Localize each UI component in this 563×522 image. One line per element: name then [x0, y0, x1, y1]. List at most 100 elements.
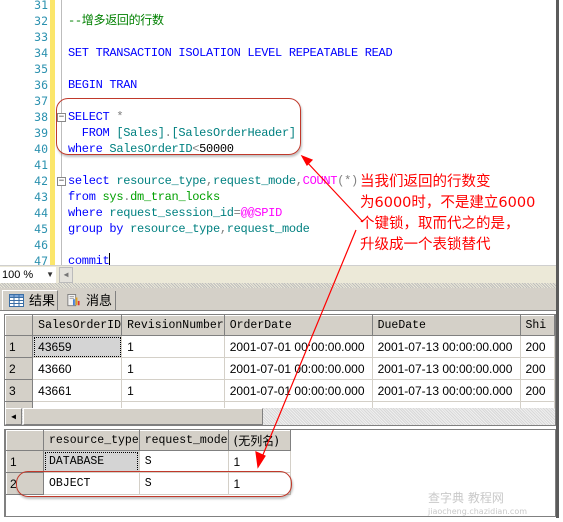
column-header[interactable]: request_mode: [138, 430, 229, 451]
code-text: from sys.dm_tran_locks: [68, 189, 220, 205]
line-number: 46: [34, 238, 48, 252]
code-line[interactable]: 39 FROM [Sales].[SalesOrderHeader]: [0, 125, 556, 141]
table-row[interactable]: 2 43660 1 2001-07-01 00:00:00.000 2001-07-13…: [5, 357, 555, 380]
table-row[interactable]: 2 OBJECT S 1: [6, 472, 291, 495]
code-text: where SalesOrderID<50000: [68, 141, 234, 157]
code-text: SET TRANSACTION ISOLATION LEVEL REPEATAB…: [68, 45, 393, 61]
code-token: =: [233, 206, 241, 220]
horizontal-scrollbar[interactable]: ◀: [5, 408, 555, 425]
code-token: request_session_id: [109, 206, 234, 220]
code-text: where request_session_id=@@SPID: [68, 205, 282, 221]
table-cell[interactable]: 200: [519, 379, 555, 402]
row-number[interactable]: 1: [6, 450, 44, 473]
row-number[interactable]: 2: [6, 472, 44, 495]
column-header[interactable]: resource_type: [43, 430, 140, 451]
code-line[interactable]: 35: [0, 61, 556, 77]
code-token: select: [68, 174, 117, 188]
code-token: [Sales]: [116, 126, 165, 140]
table-cell[interactable]: 1: [121, 357, 225, 380]
code-token: group by: [68, 222, 131, 236]
line-number: 45: [34, 222, 48, 236]
column-header[interactable]: (无列名): [227, 430, 291, 451]
code-line[interactable]: 37: [0, 93, 556, 109]
tab-results-label: 结果: [29, 293, 56, 308]
line-number: 40: [34, 142, 48, 156]
column-header[interactable]: SalesOrderID: [32, 315, 123, 336]
code-line[interactable]: 31: [0, 0, 556, 13]
watermark-main: 查字典 教程网: [428, 491, 504, 505]
collapse-icon[interactable]: −: [57, 177, 66, 186]
code-text: select resource_type,request_mode,COUNT(…: [68, 173, 358, 189]
table-cell[interactable]: OBJECT: [43, 472, 140, 495]
table-cell[interactable]: S: [138, 472, 229, 495]
code-text: SELECT *: [68, 109, 124, 125]
code-line[interactable]: 34 SET TRANSACTION ISOLATION LEVEL REPEAT…: [0, 45, 556, 61]
code-text: BEGIN TRAN: [68, 77, 137, 93]
row-number[interactable]: 3: [5, 379, 34, 402]
line-number: 33: [34, 30, 48, 44]
scroll-left-button[interactable]: ◀: [5, 408, 22, 425]
chevron-down-icon[interactable]: ▼: [46, 267, 54, 283]
table-row[interactable]: 3 43661 1 2001-07-01 00:00:00.000 2001-07-13…: [5, 379, 555, 402]
line-number: 43: [34, 190, 48, 204]
table-cell[interactable]: 2001-07-13 00:00:00.000: [371, 335, 521, 358]
table-row[interactable]: 1 DATABASE S 1: [6, 450, 291, 473]
code-token: ,: [295, 174, 303, 188]
row-header-corner[interactable]: [6, 430, 44, 451]
table-cell[interactable]: 1: [227, 450, 291, 473]
table-row[interactable]: 1 43659 1 2001-07-01 00:00:00.000 2001-07-13…: [5, 335, 555, 358]
table-cell[interactable]: 1: [121, 379, 225, 402]
line-number: 37: [34, 94, 48, 108]
tab-messages[interactable]: 消息: [60, 291, 116, 311]
table-cell[interactable]: 43661: [32, 379, 123, 402]
column-header[interactable]: DueDate: [371, 315, 521, 336]
column-header[interactable]: OrderDate: [223, 315, 373, 336]
table-cell[interactable]: 2001-07-01 00:00:00.000: [223, 335, 373, 358]
tab-messages-label: 消息: [86, 293, 113, 308]
table-cell[interactable]: 1: [227, 472, 291, 495]
table-cell[interactable]: 43660: [32, 357, 123, 380]
scrollbar-thumb[interactable]: [23, 408, 263, 425]
table-cell[interactable]: DATABASE: [43, 450, 140, 473]
messages-icon: [67, 294, 80, 307]
code-token: sys: [102, 190, 124, 204]
code-token: request_mode: [212, 174, 296, 188]
table-cell[interactable]: S: [138, 450, 229, 473]
code-line[interactable]: 36 BEGIN TRAN: [0, 77, 556, 93]
table-cell[interactable]: 43659: [32, 335, 123, 358]
tab-results[interactable]: 结果: [2, 290, 58, 310]
column-header[interactable]: RevisionNumber: [121, 315, 225, 336]
zoom-combo[interactable]: 100 % ▼: [0, 267, 56, 283]
table-cell[interactable]: 200: [519, 357, 555, 380]
table-cell[interactable]: 200: [519, 335, 555, 358]
code-line[interactable]: 32 --增多返回的行数: [0, 13, 556, 29]
code-token: .: [164, 126, 172, 140]
table-cell[interactable]: 2001-07-13 00:00:00.000: [371, 357, 521, 380]
column-header[interactable]: Shi: [519, 315, 555, 336]
line-number: 39: [34, 126, 48, 140]
watermark: 查字典 教程网 jiaocheng.chazidian.com: [428, 492, 527, 518]
zoom-bar: 100 % ▼ ◀: [0, 265, 556, 283]
ssms-window: 31 32 --增多返回的行数 33 34 SET TRANSACTION ISOLATI…: [0, 0, 559, 518]
code-line[interactable]: 33: [0, 29, 556, 45]
row-number[interactable]: 1: [5, 335, 34, 358]
code-line[interactable]: 38− SELECT *: [0, 109, 556, 125]
table-cell[interactable]: 2001-07-01 00:00:00.000: [223, 379, 373, 402]
scroll-left-button[interactable]: ◀: [59, 267, 73, 283]
table-cell[interactable]: 1: [121, 335, 225, 358]
code-token: *: [116, 110, 124, 124]
code-line[interactable]: 40 where SalesOrderID<50000: [0, 141, 556, 157]
table-cell[interactable]: 2001-07-13 00:00:00.000: [371, 379, 521, 402]
annotation-line: 当我们返回的行数变: [360, 174, 491, 190]
watermark-sub: jiaocheng.chazidian.com: [428, 507, 528, 516]
table-cell[interactable]: 2001-07-01 00:00:00.000: [223, 357, 373, 380]
row-header-corner[interactable]: [5, 315, 34, 336]
result-table-2: resource_type request_mode (无列名) 1 DATABA…: [6, 430, 291, 495]
code-token: COUNT: [302, 174, 338, 188]
collapse-icon[interactable]: −: [57, 113, 66, 122]
line-number: 41: [34, 158, 48, 172]
code-line[interactable]: 41: [0, 157, 556, 173]
result-grid-1[interactable]: SalesOrderID RevisionNumber OrderDate Du…: [4, 314, 556, 426]
row-number[interactable]: 2: [5, 357, 34, 380]
grid-icon: [9, 294, 24, 307]
